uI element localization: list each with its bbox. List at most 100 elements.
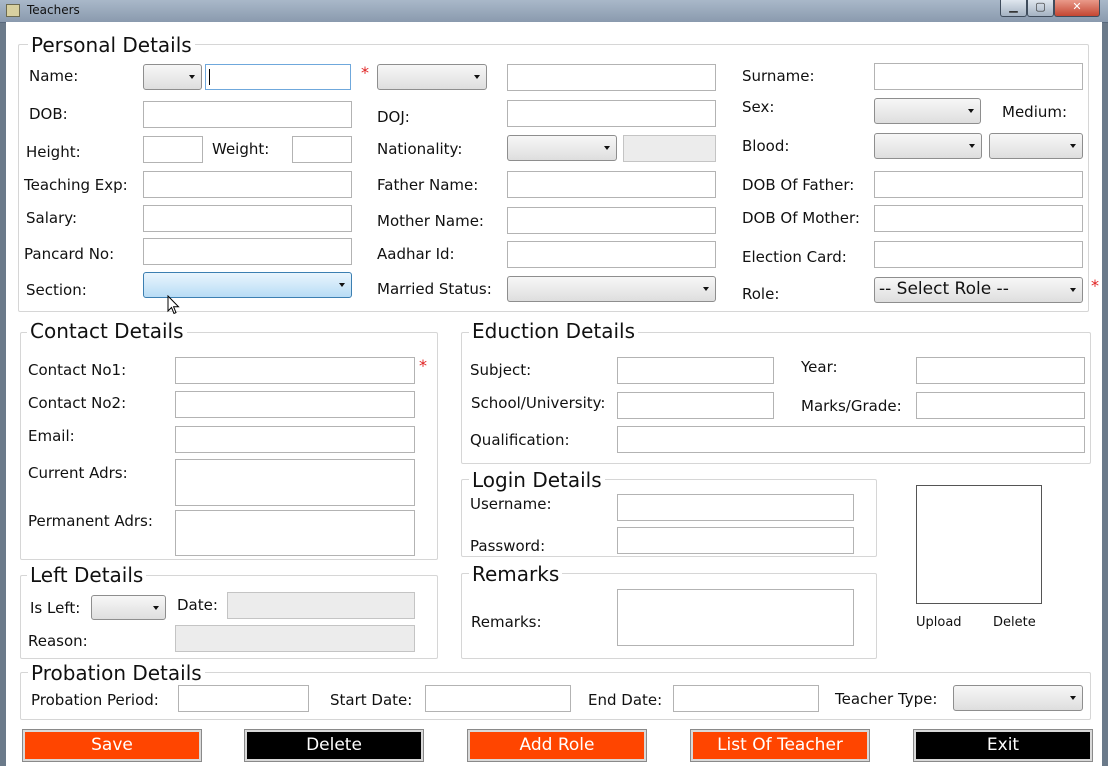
list-of-teacher-button[interactable]: List Of Teacher [690,729,870,762]
delete-photo-link[interactable]: Delete [993,614,1036,632]
teaching-exp-label: Teaching Exp: [24,176,128,194]
current-address-textarea[interactable] [175,459,415,506]
upload-photo-link[interactable]: Upload [916,614,962,632]
reason-input[interactable] [175,625,415,652]
dob-father-label: DOB Of Father: [742,176,855,194]
contact-details-title: Contact Details [27,320,187,342]
probation-period-label: Probation Period: [31,691,159,709]
remarks-label: Remarks: [471,613,542,631]
delete-button[interactable]: Delete [244,729,424,762]
email-input[interactable] [175,426,415,453]
school-university-input[interactable] [617,392,774,419]
teacher-type-dropdown[interactable] [953,685,1083,711]
save-button[interactable]: Save [22,729,202,762]
year-input[interactable] [916,357,1085,384]
height-input[interactable] [143,136,203,163]
surname-label: Surname: [742,67,815,85]
year-label: Year: [801,358,838,376]
blood-label: Blood: [742,137,790,155]
name-required-marker: * [361,63,369,82]
doj-input[interactable] [507,100,716,127]
education-details-title: Eduction Details [469,320,639,342]
subject-label: Subject: [470,361,532,379]
permanent-address-textarea[interactable] [175,510,415,556]
personal-details-title: Personal Details [28,34,195,56]
password-label: Password: [470,537,546,555]
remarks-textarea[interactable] [617,589,854,646]
permanent-address-label: Permanent Adrs: [28,512,153,530]
pancard-input[interactable] [143,238,352,265]
probation-details-title: Probation Details [28,662,205,684]
subject-input[interactable] [617,357,774,384]
left-date-input[interactable] [227,592,415,619]
maximize-button[interactable]: ▢ [1027,0,1054,17]
first-name-input[interactable] [205,64,351,90]
is-left-dropdown[interactable] [91,595,166,620]
chevron-down-icon [1070,144,1076,148]
sex-dropdown[interactable] [874,98,981,124]
password-input[interactable] [617,527,854,554]
marks-grade-input[interactable] [916,392,1085,419]
nationality-other-input[interactable] [623,135,716,162]
name-title-dropdown[interactable] [143,64,202,90]
last-name-input[interactable] [507,64,716,91]
close-button[interactable]: ✕ [1054,0,1100,17]
chevron-down-icon [189,75,195,79]
text-caret [209,69,210,85]
role-label: Role: [742,285,780,303]
weight-label: Weight: [212,140,270,158]
qualification-input[interactable] [617,426,1085,453]
end-date-input[interactable] [673,685,819,712]
username-input[interactable] [617,494,854,521]
contact-no1-label: Contact No1: [28,361,127,379]
dob-input[interactable] [143,101,352,128]
email-label: Email: [28,427,75,445]
married-status-dropdown[interactable] [507,276,716,302]
middle-name-dropdown[interactable] [377,64,487,90]
probation-period-input[interactable] [178,685,309,712]
dob-mother-input[interactable] [874,205,1083,232]
end-date-label: End Date: [588,691,663,709]
left-details-title: Left Details [27,564,147,586]
chevron-down-icon [703,287,709,291]
left-date-label: Date: [177,596,218,614]
salary-input[interactable] [143,205,352,232]
chevron-down-icon [969,144,975,148]
height-label: Height: [26,143,81,161]
aadhar-label: Aadhar Id: [377,245,455,263]
exit-button[interactable]: Exit [913,729,1093,762]
chevron-down-icon [1070,696,1076,700]
marks-grade-label: Marks/Grade: [801,397,902,415]
aadhar-input[interactable] [507,241,716,268]
contact-no2-input[interactable] [175,391,415,418]
chevron-down-icon [153,605,159,610]
election-card-label: Election Card: [742,248,847,266]
election-card-input[interactable] [874,241,1083,268]
chevron-down-icon [604,146,610,150]
role-dropdown[interactable]: -- Select Role -- [874,277,1083,303]
add-role-button[interactable]: Add Role [467,729,647,762]
mother-name-label: Mother Name: [377,212,484,230]
chevron-down-icon [1070,288,1076,292]
nationality-dropdown[interactable] [507,135,617,161]
surname-input[interactable] [874,63,1083,90]
blood-group-dropdown[interactable] [874,133,982,159]
pancard-label: Pancard No: [24,245,115,263]
weight-input[interactable] [292,136,352,163]
minimize-button[interactable]: ▁ [1000,0,1027,17]
start-date-label: Start Date: [330,691,413,709]
teaching-exp-input[interactable] [143,171,352,198]
mother-name-input[interactable] [507,207,716,234]
start-date-input[interactable] [425,685,571,712]
login-details-title: Login Details [469,469,605,491]
form-client-area: Personal Details Name: * DOB: Height: We… [6,22,1102,766]
photo-box[interactable] [916,485,1042,604]
salary-label: Salary: [26,209,78,227]
dob-father-input[interactable] [874,171,1083,198]
role-dropdown-value: -- Select Role -- [879,279,1009,299]
father-name-input[interactable] [507,171,716,198]
contact-no2-label: Contact No2: [28,394,127,412]
contact-no1-input[interactable] [175,357,415,384]
app-icon [6,4,20,17]
blood-rh-dropdown[interactable] [989,133,1083,159]
